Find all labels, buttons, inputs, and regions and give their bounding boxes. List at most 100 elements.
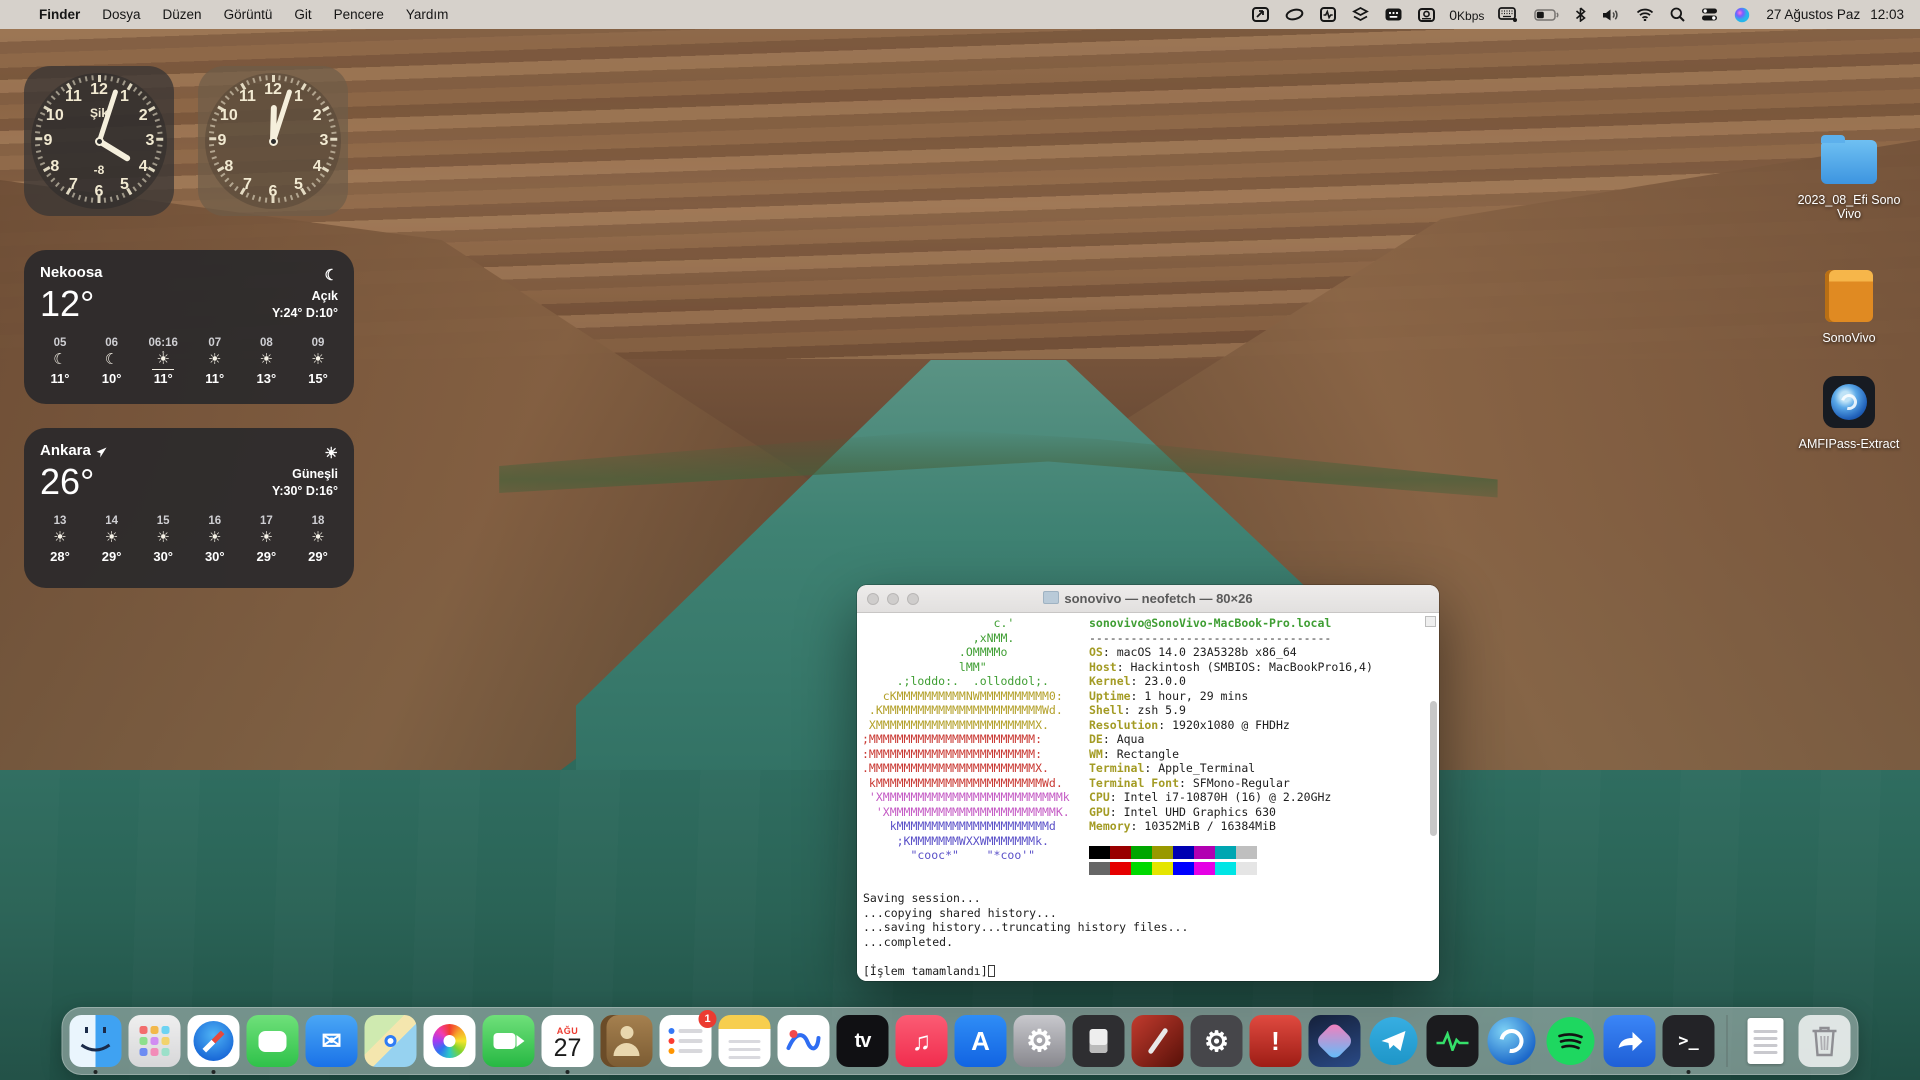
rectangle-window-icon[interactable] — [1244, 0, 1277, 29]
desktop-icon-2023-08-efi-sono-vivo[interactable]: 2023_08_Efi Sono Vivo — [1789, 140, 1909, 222]
dock-item-finder[interactable] — [70, 1015, 122, 1067]
dock-item-app-store[interactable]: A — [955, 1015, 1007, 1067]
clock-tick — [290, 195, 293, 200]
clock-tick — [85, 76, 88, 81]
scrollbar-corner[interactable] — [1425, 616, 1436, 627]
scrollbar-thumb[interactable] — [1430, 701, 1437, 836]
dock-item-utility-gear[interactable]: ⚙ — [1191, 1015, 1243, 1067]
siri-icon[interactable] — [1726, 0, 1758, 29]
dock-item-documents[interactable] — [1740, 1015, 1792, 1067]
clock-tick — [55, 182, 59, 187]
clock-tick — [252, 195, 255, 200]
mail-icon: ✉ — [306, 1015, 358, 1067]
activity-monitor-icon[interactable] — [1312, 0, 1344, 29]
keypad-icon[interactable] — [1377, 0, 1410, 29]
hour-temp: 10° — [92, 371, 132, 386]
bluetooth-icon[interactable] — [1567, 0, 1594, 29]
battery-icon[interactable] — [1526, 0, 1567, 29]
menu-düzen[interactable]: Düzen — [152, 7, 213, 22]
dock-item-trash[interactable] — [1799, 1015, 1851, 1067]
dock-item-music[interactable]: ♫ — [896, 1015, 948, 1067]
desktop-icon-sonovivo[interactable]: SonoVivo — [1789, 270, 1909, 345]
palette-swatch — [1089, 846, 1110, 859]
clock-tick — [331, 132, 336, 134]
clock-number: 12 — [90, 81, 108, 99]
dock-item-freeform[interactable] — [778, 1015, 830, 1067]
clock-number: 5 — [294, 176, 303, 194]
menu-yardım[interactable]: Yardım — [395, 7, 460, 22]
dock-item-maps[interactable] — [365, 1015, 417, 1067]
dock-item-launchpad[interactable] — [129, 1015, 181, 1067]
weather-city: Nekoosa — [40, 264, 103, 281]
dock-item-terminal[interactable]: >_ — [1663, 1015, 1715, 1067]
clock-tick — [290, 78, 293, 83]
disk-drive-icon[interactable] — [1410, 0, 1443, 29]
dock-item-power-monitor[interactable] — [1427, 1015, 1479, 1067]
menu-git[interactable]: Git — [283, 7, 322, 22]
net-speed[interactable]: 0Kbps — [1443, 7, 1490, 23]
dock-item-utility-arrow[interactable] — [1604, 1015, 1656, 1067]
weather-temperature: 26° — [40, 461, 107, 503]
desktop-icon-amfipass-extract[interactable]: AMFIPass-Extract — [1789, 376, 1909, 451]
clock-tick — [133, 87, 137, 92]
clock-widget-2[interactable]: 123456789101112 — [198, 66, 348, 216]
dock-item-photos[interactable] — [424, 1015, 476, 1067]
menu-finder[interactable]: Finder — [28, 7, 91, 22]
dock-item-tv[interactable]: tv — [837, 1015, 889, 1067]
photos-icon — [424, 1015, 476, 1067]
volume-icon[interactable] — [1594, 0, 1628, 29]
weather-city: Ankara — [40, 442, 107, 459]
wifi-icon[interactable] — [1628, 0, 1662, 29]
clock-tick — [142, 178, 147, 182]
dock-item-mail[interactable]: ✉ — [306, 1015, 358, 1067]
dock-item-utility-blue[interactable] — [1486, 1015, 1538, 1067]
clock-tick — [331, 144, 336, 146]
menu-pencere[interactable]: Pencere — [323, 7, 395, 22]
clock-tick — [104, 198, 106, 203]
dock-item-calendar[interactable]: AĞU27 — [542, 1015, 594, 1067]
dock-item-facetime[interactable] — [483, 1015, 535, 1067]
dock-item-reminders[interactable]: 1 — [660, 1015, 712, 1067]
clock-tick — [35, 138, 42, 141]
hour-label: 13 — [40, 515, 80, 527]
dock-item-utility-alert[interactable]: ! — [1250, 1015, 1302, 1067]
dock-item-spotify[interactable] — [1545, 1015, 1597, 1067]
clock-tick — [72, 80, 75, 85]
power-monitor-icon — [1427, 1015, 1479, 1067]
menu-görüntü[interactable]: Görüntü — [213, 7, 284, 22]
keyboard-input-icon[interactable] — [1490, 0, 1526, 29]
clock-number: 7 — [243, 176, 252, 194]
clock-number: 5 — [120, 176, 129, 194]
dock-item-telegram[interactable] — [1368, 1015, 1420, 1067]
clock-tick — [148, 106, 155, 112]
weather-top-row: Nekoosa12°☾AçıkY:24° D:10° — [40, 264, 338, 325]
weather-widget-ankara[interactable]: Ankara26°☀GüneşliY:30° D:16°13☀28°14☀29°… — [24, 428, 354, 588]
dock-item-contacts[interactable] — [601, 1015, 653, 1067]
clock-tick — [78, 78, 81, 83]
clock-number: 11 — [65, 88, 82, 106]
layers-icon[interactable] — [1344, 0, 1377, 29]
weather-widget-nekoosa[interactable]: Nekoosa12°☾AçıkY:24° D:10°05☾11°06☾10°06… — [24, 250, 354, 404]
clock-widget-1[interactable]: 123456789101112Şik-8 — [24, 66, 174, 216]
dock-item-shortcuts[interactable] — [1309, 1015, 1361, 1067]
spotlight-search-icon[interactable] — [1662, 0, 1693, 29]
clock-tick — [152, 162, 157, 165]
control-center-icon[interactable] — [1693, 0, 1726, 29]
clock-tick — [116, 78, 119, 83]
weather-condition-block: ☾AçıkY:24° D:10° — [272, 266, 338, 325]
menu-bar-clock[interactable]: 27 Ağustos Paz12:03 — [1758, 7, 1920, 22]
dock-item-notes[interactable] — [719, 1015, 771, 1067]
hour-label: 16 — [195, 515, 235, 527]
clock-number: 8 — [224, 158, 233, 176]
clock-tick — [55, 91, 59, 96]
menu-dosya[interactable]: Dosya — [91, 7, 151, 22]
terminal-title-bar[interactable]: sonovivo — neofetch — 80×26 — [857, 585, 1439, 613]
dock-item-utility-red[interactable] — [1132, 1015, 1184, 1067]
dock-item-messages[interactable] — [247, 1015, 299, 1067]
clock-tick — [316, 178, 321, 182]
dock-item-system-settings[interactable]: ⚙ — [1014, 1015, 1066, 1067]
dock-item-safari[interactable] — [188, 1015, 240, 1067]
dock-item-utility-dark[interactable] — [1073, 1015, 1125, 1067]
terminal-window[interactable]: sonovivo — neofetch — 80×26 c.' ,xNMM. .… — [857, 585, 1439, 981]
ink-shape-icon[interactable] — [1277, 0, 1312, 29]
